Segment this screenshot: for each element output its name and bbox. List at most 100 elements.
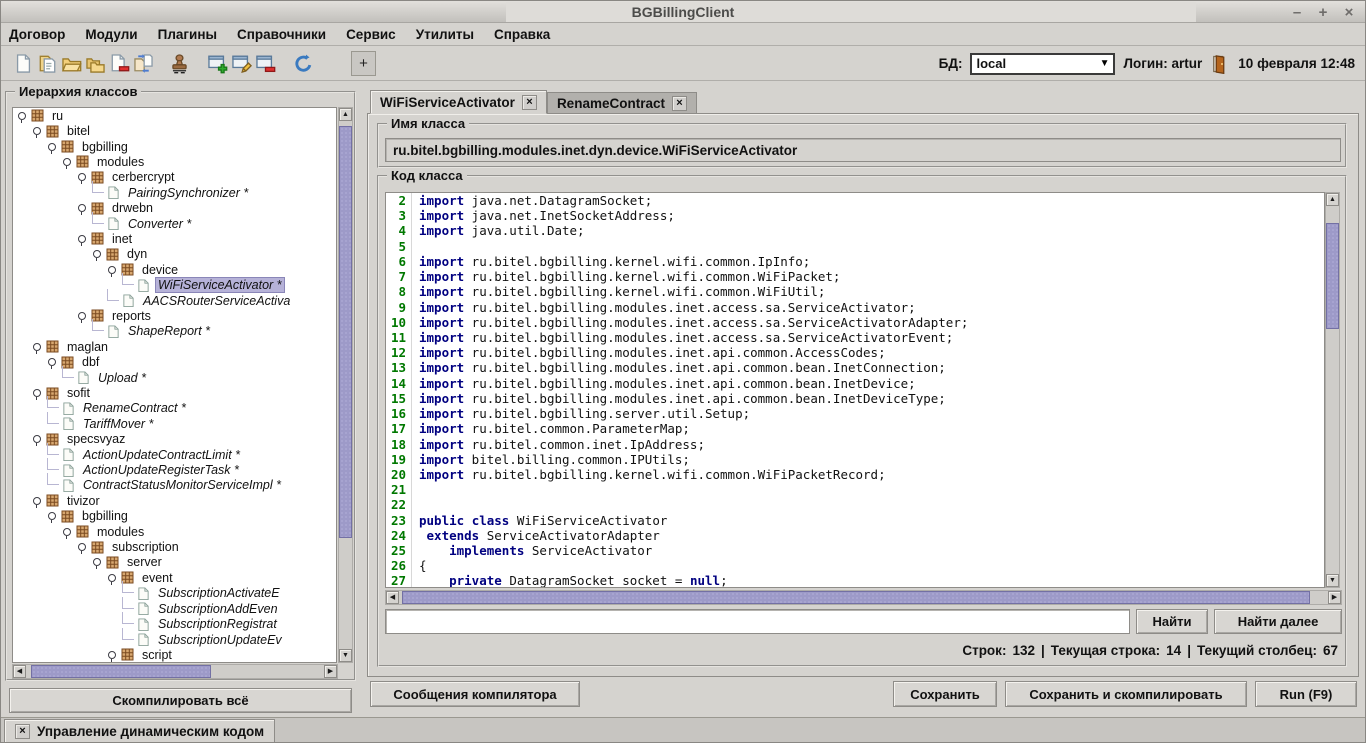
tab-dynamic-code-management[interactable]: × Управление динамическим кодом [4, 719, 275, 742]
scroll-right-icon[interactable]: ▶ [1328, 591, 1341, 604]
tree-node-converter[interactable]: Converter * [13, 216, 336, 231]
replace-document-icon[interactable] [131, 52, 155, 76]
expand-handle-icon[interactable] [77, 233, 89, 245]
compiler-messages-button[interactable]: Сообщения компилятора [370, 681, 580, 707]
tree-node-event[interactable]: event [13, 570, 336, 585]
tree-node-device[interactable]: device [13, 262, 336, 277]
code-vscroll-thumb[interactable] [1326, 223, 1339, 329]
add-tab-button[interactable]: + [351, 51, 376, 76]
db-select[interactable]: local ▼ [970, 53, 1115, 75]
code-horizontal-scrollbar[interactable]: ◀ ▶ [385, 590, 1342, 605]
tree-node-drwebn[interactable]: drwebn [13, 200, 336, 215]
tab-close-icon[interactable]: × [672, 96, 687, 111]
tree-node-server[interactable]: server [13, 555, 336, 570]
scroll-up-icon[interactable]: ▲ [1326, 193, 1339, 206]
tab-close-icon[interactable]: × [522, 95, 537, 110]
tree-node-script[interactable]: script [13, 647, 336, 662]
expand-handle-icon[interactable] [32, 495, 44, 507]
expand-handle-icon[interactable] [47, 510, 59, 522]
add-window-icon[interactable] [205, 52, 229, 76]
tree-node-actionupdatecontractlimit[interactable]: ActionUpdateContractLimit * [13, 447, 336, 462]
scroll-right-icon[interactable]: ▶ [324, 665, 337, 678]
expand-handle-icon[interactable] [32, 433, 44, 445]
tree-node-sofit[interactable]: sofit [13, 385, 336, 400]
tab-close-icon[interactable]: × [15, 724, 30, 739]
maximize-button[interactable]: + [1315, 4, 1331, 21]
code-line-12[interactable]: 12import ru.bitel.bgbilling.modules.inet… [386, 345, 1324, 360]
code-line-18[interactable]: 18import ru.bitel.common.inet.IpAddress; [386, 437, 1324, 452]
edit-window-icon[interactable] [229, 52, 253, 76]
code-line-9[interactable]: 9import ru.bitel.bgbilling.modules.inet.… [386, 300, 1324, 315]
code-line-22[interactable]: 22 [386, 497, 1324, 512]
code-line-26[interactable]: 26{ [386, 558, 1324, 573]
scroll-up-icon[interactable]: ▲ [339, 108, 352, 121]
expand-handle-icon[interactable] [32, 125, 44, 137]
code-vertical-scrollbar[interactable]: ▲ ▼ [1325, 192, 1340, 588]
find-button[interactable]: Найти [1136, 609, 1208, 634]
menu-spravochniki[interactable]: Справочники [237, 27, 337, 42]
exit-door-icon[interactable] [1210, 54, 1230, 74]
save-and-compile-button[interactable]: Сохранить и скомпилировать [1005, 681, 1247, 707]
folders-icon[interactable] [83, 52, 107, 76]
expand-handle-icon[interactable] [47, 356, 59, 368]
find-next-button[interactable]: Найти далее [1214, 609, 1342, 634]
code-line-23[interactable]: 23public class WiFiServiceActivator [386, 513, 1324, 528]
stamp-icon[interactable] [167, 52, 191, 76]
tree-hscroll-thumb[interactable] [31, 665, 211, 678]
tree-node-contractstatusmonitorserviceimpl[interactable]: ContractStatusMonitorServiceImpl * [13, 478, 336, 493]
close-button[interactable]: × [1341, 4, 1357, 21]
scroll-down-icon[interactable]: ▼ [339, 649, 352, 662]
tree-vscroll-thumb[interactable] [339, 126, 352, 538]
code-hscroll-thumb[interactable] [402, 591, 1310, 604]
tree-node-modules[interactable]: modules [13, 524, 336, 539]
code-line-21[interactable]: 21 [386, 482, 1324, 497]
code-line-5[interactable]: 5 [386, 239, 1324, 254]
tree-node-bgbilling[interactable]: bgbilling [13, 139, 336, 154]
new-document-icon[interactable] [11, 52, 35, 76]
tree-vertical-scrollbar[interactable]: ▲ ▼ [338, 107, 353, 663]
code-line-10[interactable]: 10import ru.bitel.bgbilling.modules.inet… [386, 315, 1324, 330]
minimize-button[interactable]: – [1289, 4, 1305, 21]
code-line-19[interactable]: 19import bitel.billing.common.IPUtils; [386, 452, 1324, 467]
tree-node-inet[interactable]: inet [13, 231, 336, 246]
tree-node-subscriptionupdateev[interactable]: SubscriptionUpdateEv [13, 632, 336, 647]
open-folder-icon[interactable] [59, 52, 83, 76]
code-editor[interactable]: 2import java.net.DatagramSocket;3import … [385, 192, 1325, 588]
menu-dogovor[interactable]: Договор [9, 27, 76, 42]
refresh-icon[interactable] [291, 52, 315, 76]
code-line-17[interactable]: 17import ru.bitel.common.ParameterMap; [386, 421, 1324, 436]
menu-servis[interactable]: Сервис [346, 27, 407, 42]
expand-handle-icon[interactable] [107, 264, 119, 276]
code-line-4[interactable]: 4import java.util.Date; [386, 223, 1324, 238]
code-line-14[interactable]: 14import ru.bitel.bgbilling.modules.inet… [386, 376, 1324, 391]
menu-moduli[interactable]: Модули [85, 27, 148, 42]
tree-node-wifiserviceactivator[interactable]: WiFiServiceActivator * [13, 277, 336, 292]
tree-node-tariffmover[interactable]: TariffMover * [13, 416, 336, 431]
tree-node-subscription[interactable]: subscription [13, 539, 336, 554]
tree-node-dyn[interactable]: dyn [13, 247, 336, 262]
tree-node-subscriptionaddeven[interactable]: SubscriptionAddEven [13, 601, 336, 616]
code-line-20[interactable]: 20import ru.bitel.bgbilling.kernel.wifi.… [386, 467, 1324, 482]
menu-utility[interactable]: Утилиты [416, 27, 485, 42]
code-line-3[interactable]: 3import java.net.InetSocketAddress; [386, 208, 1324, 223]
tree-node-bitel[interactable]: bitel [13, 123, 336, 138]
save-button[interactable]: Сохранить [893, 681, 997, 707]
expand-handle-icon[interactable] [77, 171, 89, 183]
menu-spravka[interactable]: Справка [494, 27, 561, 42]
tree-node-aacsrouterserviceactiva[interactable]: AACSRouterServiceActiva [13, 293, 336, 308]
tree-node-subscriptionregistrat[interactable]: SubscriptionRegistrat [13, 616, 336, 631]
tree-node-reports[interactable]: reports [13, 308, 336, 323]
tree-node-cerbercrypt[interactable]: cerbercrypt [13, 170, 336, 185]
compile-all-button[interactable]: Скомпилировать всё [9, 688, 352, 713]
code-line-2[interactable]: 2import java.net.DatagramSocket; [386, 193, 1324, 208]
code-line-27[interactable]: 27 private DatagramSocket socket = null; [386, 573, 1324, 588]
tab-wifiserviceactivator[interactable]: WiFiServiceActivator × [370, 90, 547, 114]
search-input[interactable] [385, 609, 1130, 634]
tree-node-shapereport[interactable]: ShapeReport * [13, 324, 336, 339]
tree-node-maglan[interactable]: maglan [13, 339, 336, 354]
tree-node-pairingsynchronizer[interactable]: PairingSynchronizer * [13, 185, 336, 200]
code-line-24[interactable]: 24 extends ServiceActivatorAdapter [386, 528, 1324, 543]
tree-node-specsvyaz[interactable]: specsvyaz [13, 432, 336, 447]
expand-handle-icon[interactable] [77, 202, 89, 214]
expand-handle-icon[interactable] [92, 556, 104, 568]
